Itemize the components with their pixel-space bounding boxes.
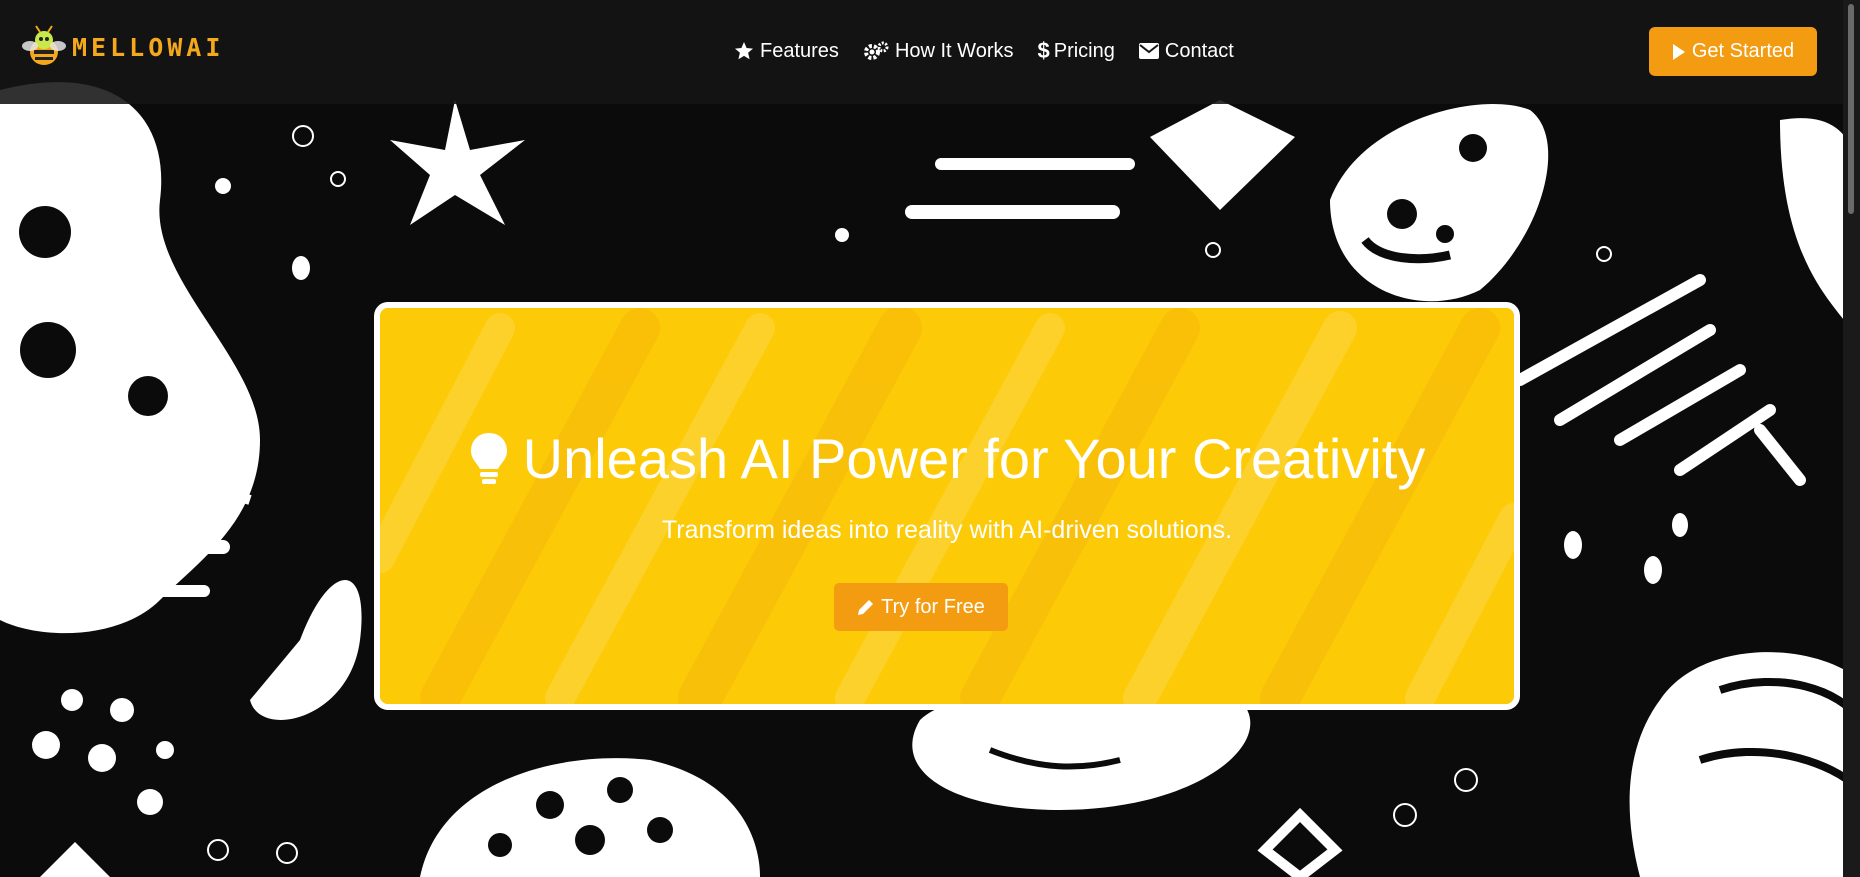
nav-link-features[interactable]: Features: [734, 38, 839, 64]
lightbulb-icon: [470, 432, 507, 484]
hero-subtitle: Transform ideas into reality with AI-dri…: [661, 516, 1233, 544]
get-started-label: Get Started: [1691, 40, 1795, 62]
scrollbar-thumb[interactable]: [1848, 4, 1854, 214]
hero-title: Unleash AI Power for Your Creativity: [380, 426, 1514, 491]
envelope-icon: [1138, 43, 1159, 59]
nav-link-pricing[interactable]: $ Pricing: [1037, 38, 1114, 64]
star-icon: [735, 42, 753, 60]
top-navbar: MELLOWAI Features How It Works $ Pricing…: [0, 0, 1843, 104]
hero-title-text: Unleash AI Power for Your Creativity: [522, 427, 1426, 490]
nav-link-contact[interactable]: Contact: [1138, 38, 1234, 64]
brand-name: MELLOWAI: [72, 32, 225, 62]
hero-stripe-pattern: [380, 308, 1514, 704]
try-for-free-label: Try for Free: [881, 595, 985, 618]
nav-link-how-it-works[interactable]: How It Works: [863, 38, 1014, 64]
hero-card: Unleash AI Power for Your Creativity Tra…: [374, 302, 1520, 710]
play-icon: [1672, 43, 1685, 60]
nav-link-how-it-works-label: How It Works: [894, 39, 1014, 62]
try-for-free-button[interactable]: Try for Free: [834, 583, 1008, 631]
dollar-icon: $: [1037, 38, 1050, 63]
nav-link-pricing-label: Pricing: [1053, 39, 1115, 62]
nav-link-features-label: Features: [760, 39, 839, 62]
bee-icon: [22, 25, 66, 65]
cogs-icon: [863, 41, 889, 60]
get-started-button[interactable]: Get Started: [1649, 27, 1817, 76]
nav-links: Features How It Works $ Pricing Contact: [734, 38, 1258, 64]
page-scrollbar[interactable]: [1843, 0, 1860, 877]
nav-link-contact-label: Contact: [1164, 39, 1234, 62]
brand-logo-link[interactable]: MELLOWAI: [20, 24, 224, 70]
pencil-icon: [858, 600, 874, 615]
